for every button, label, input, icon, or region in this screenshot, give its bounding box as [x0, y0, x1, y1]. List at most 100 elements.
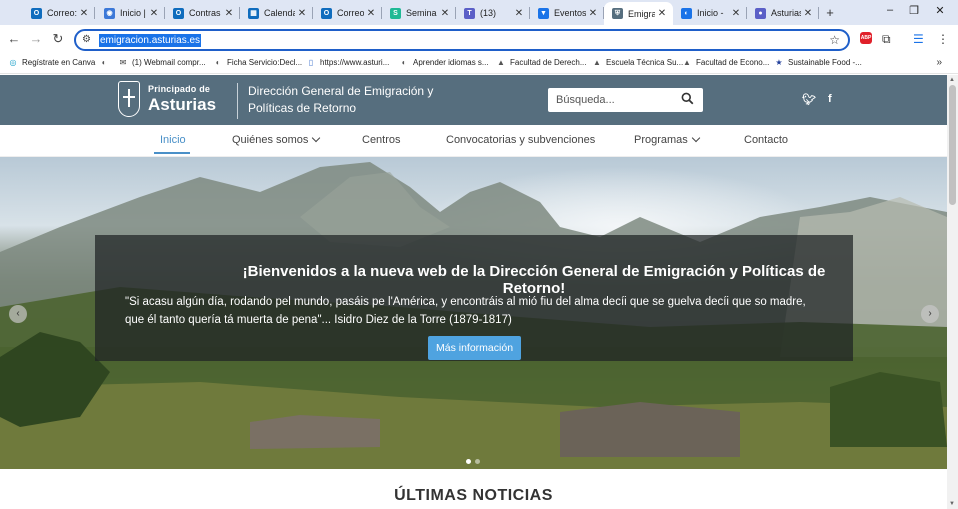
- nav-label: Quiénes somos: [232, 134, 309, 146]
- university-icon: ▲: [497, 57, 505, 67]
- bookmark-label: Facultad de Derech...: [510, 57, 587, 67]
- menu-icon[interactable]: ⋮: [937, 32, 949, 46]
- outlook-icon: O: [321, 7, 332, 19]
- close-tab-icon[interactable]: ✕: [222, 8, 236, 19]
- bookmark-item[interactable]: ✉ (1) Webmail compr...: [118, 57, 206, 67]
- bookmark-item[interactable]: ▲ Escuela Técnica Su...: [592, 57, 683, 67]
- active-nav-indicator: [154, 152, 190, 154]
- reading-list-icon[interactable]: ☰: [913, 32, 924, 46]
- hero-carousel: ¡Bienvenidos a la nueva web de la Direcc…: [0, 157, 947, 469]
- bookmark-item[interactable]: ◎ Regístrate en Canva: [8, 57, 96, 67]
- carousel-next-button[interactable]: ›: [921, 305, 939, 323]
- outlook-icon: O: [31, 7, 42, 19]
- bookmark-item[interactable]: ◐ Ficha Servicio:Decl...: [213, 57, 303, 67]
- twitter-icon[interactable]: 🐦︎: [802, 93, 816, 106]
- more-info-button[interactable]: Más información: [428, 336, 522, 360]
- tab-separator: [818, 7, 819, 19]
- scroll-up-icon[interactable]: ▲: [949, 77, 955, 83]
- close-tab-icon[interactable]: ✕: [77, 8, 91, 19]
- nav-item-4[interactable]: Convocatorias y subvenciones: [446, 134, 595, 146]
- nav-item-5[interactable]: Programas: [634, 133, 701, 146]
- bookmark-label: (1) Webmail compr...: [132, 57, 206, 67]
- close-tab-icon[interactable]: ✕: [147, 8, 161, 19]
- tab-title: (13): [480, 8, 497, 18]
- url-text[interactable]: emigracion.asturias.es: [99, 34, 202, 47]
- close-tab-icon[interactable]: ✕: [801, 8, 815, 19]
- seminar-icon: S: [390, 7, 401, 19]
- scroll-down-icon[interactable]: ▼: [949, 501, 955, 507]
- tab-title: Inicio -: [697, 8, 724, 18]
- close-tab-icon[interactable]: ✕: [364, 8, 378, 19]
- close-tab-icon[interactable]: ✕: [295, 8, 309, 19]
- tab-6[interactable]: S Semina ✕: [382, 2, 456, 24]
- nav-item-6[interactable]: Contacto: [744, 134, 788, 146]
- search-icon[interactable]: [681, 92, 694, 105]
- nav-item-3[interactable]: Centros: [362, 134, 401, 146]
- extensions-icon[interactable]: ⧉: [882, 32, 891, 47]
- close-tab-icon[interactable]: ✕: [438, 8, 452, 19]
- bookmark-item[interactable]: ▲ Facultad de Econo...: [682, 57, 769, 67]
- outlook-calendar-icon: ▦: [248, 7, 259, 19]
- facebook-icon[interactable]: f: [828, 93, 832, 106]
- forward-icon[interactable]: →: [29, 32, 43, 46]
- nav-label: Inicio: [160, 134, 186, 146]
- adblock-icon[interactable]: ABP: [860, 32, 872, 44]
- search-box[interactable]: Búsqueda...: [548, 88, 703, 112]
- tab-11[interactable]: ● Asturias ✕: [747, 2, 819, 24]
- site-info-icon[interactable]: ⚙: [82, 34, 91, 45]
- social-links: 🐦︎ f: [802, 93, 832, 106]
- restore-button[interactable]: ❐: [907, 4, 921, 17]
- tab-4[interactable]: ▦ Calenda ✕: [240, 2, 313, 24]
- asturias-logo[interactable]: Principado de Asturias: [118, 81, 216, 117]
- tab-7[interactable]: T (13) ✕: [456, 2, 530, 24]
- bookmark-item[interactable]: ▯ https://www.asturi...: [306, 57, 390, 67]
- bookmark-star-icon[interactable]: ☆: [829, 33, 840, 47]
- bookmark-item[interactable]: ◐: [99, 57, 113, 67]
- nav-item-1[interactable]: Inicio: [160, 134, 186, 146]
- search-placeholder[interactable]: Búsqueda...: [556, 94, 615, 106]
- bookmark-label: Facultad de Econo...: [696, 57, 770, 67]
- scrollbar-thumb[interactable]: [949, 85, 956, 205]
- carousel-dot[interactable]: [466, 459, 471, 464]
- tab-2[interactable]: ◉ Inicio | ✕: [96, 2, 165, 24]
- back-icon[interactable]: ←: [7, 32, 21, 46]
- carousel-dot[interactable]: [475, 459, 480, 464]
- reload-icon[interactable]: ↻: [51, 32, 65, 46]
- tab-9[interactable]: ⛨ Emigrac✕: [604, 2, 673, 25]
- tab-title: Semina: [406, 8, 437, 18]
- close-tab-icon[interactable]: ✕: [655, 8, 669, 19]
- mail-icon: ✉: [119, 57, 127, 67]
- bookmarks-overflow-icon[interactable]: »: [936, 57, 942, 68]
- globe-icon: ◐: [401, 57, 407, 67]
- tab-1[interactable]: O Correo: ✕: [23, 2, 95, 24]
- close-window-button[interactable]: ✕: [933, 4, 947, 17]
- tab-title: Eventos: [554, 8, 586, 18]
- address-bar[interactable]: ⚙ emigracion.asturias.es ☆: [74, 29, 850, 51]
- tab-title: Emigrac: [628, 8, 655, 19]
- tab-10[interactable]: ◐ Inicio - ✕: [673, 2, 747, 24]
- nav-item-2[interactable]: Quiénes somos: [232, 133, 321, 146]
- asturias-crest-icon: ⛨: [612, 8, 623, 19]
- close-tab-icon[interactable]: ✕: [586, 8, 600, 19]
- tab-8[interactable]: ▼ Eventos ✕: [530, 2, 604, 24]
- site-title[interactable]: Dirección General de Emigración y Políti…: [248, 83, 448, 117]
- close-tab-icon[interactable]: ✕: [729, 8, 743, 19]
- logo-line1: Principado de: [148, 84, 211, 94]
- tab-5[interactable]: O Correo ✕: [313, 2, 382, 24]
- tab-title: Correo:: [47, 8, 77, 18]
- bookmark-item[interactable]: ◐ Aprender idiomas s...: [399, 57, 489, 67]
- new-tab-button[interactable]: +: [823, 5, 837, 20]
- bookmark-label: https://www.asturi...: [320, 57, 390, 67]
- hero-quote: "Si acasu algún día, rodando pel mundo, …: [125, 296, 806, 326]
- globe-icon: ◐: [215, 57, 221, 67]
- carousel-prev-button[interactable]: ‹: [9, 305, 27, 323]
- page-scrollbar[interactable]: ▲ ▼: [947, 75, 958, 509]
- bookmark-item[interactable]: ▲ Facultad de Derech...: [496, 57, 586, 67]
- close-tab-icon[interactable]: ✕: [512, 8, 526, 19]
- tab-3[interactable]: O Contras ✕: [165, 2, 240, 24]
- tab-separator: [94, 7, 95, 19]
- tab-title: Asturias: [771, 8, 801, 18]
- bookmark-item[interactable]: ★ Sustainable Food -...: [774, 57, 861, 67]
- minimize-button[interactable]: –: [883, 4, 897, 16]
- carousel-indicators: [466, 459, 480, 464]
